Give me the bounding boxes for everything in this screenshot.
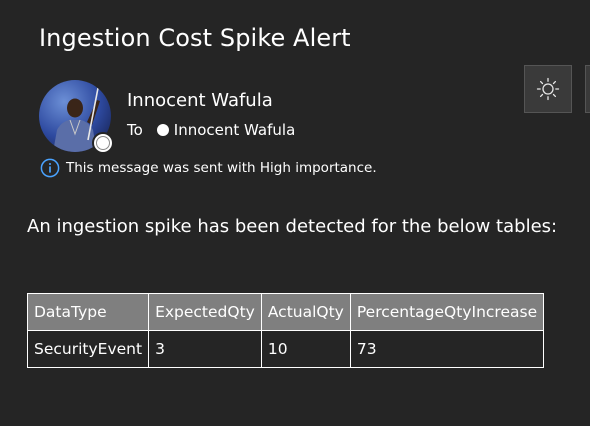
info-icon xyxy=(40,158,60,178)
to-label: To xyxy=(127,121,143,139)
sender-name[interactable]: Innocent Wafula xyxy=(127,90,273,111)
recipient-presence-icon xyxy=(156,124,169,136)
table-cell: 73 xyxy=(349,330,545,368)
overflow-button[interactable] xyxy=(585,65,590,113)
recipient-line: To Innocent Wafula xyxy=(127,121,295,139)
ingestion-table: DataType ExpectedQty ActualQty Percentag… xyxy=(26,293,545,368)
table-header-row: DataType ExpectedQty ActualQty Percentag… xyxy=(26,293,545,331)
column-header-expectedqty: ExpectedQty xyxy=(148,293,262,331)
column-header-actualqty: ActualQty xyxy=(260,293,351,331)
email-reading-pane: Ingestion Cost Spike Alert Innocent Wafu… xyxy=(0,0,590,426)
importance-notice: This message was sent with High importan… xyxy=(40,158,377,178)
importance-text: This message was sent with High importan… xyxy=(66,160,377,176)
column-header-percentageqtyincrease: PercentageQtyIncrease xyxy=(349,293,545,331)
presence-offline-icon xyxy=(92,132,114,154)
column-header-datatype: DataType xyxy=(26,293,150,331)
table-cell: 10 xyxy=(260,330,351,368)
table-cell: SecurityEvent xyxy=(26,330,150,368)
email-subject: Ingestion Cost Spike Alert xyxy=(39,24,351,52)
table-row: SecurityEvent 3 10 73 xyxy=(26,330,545,368)
recipient-name[interactable]: Innocent Wafula xyxy=(174,121,295,139)
toggle-theme-button[interactable] xyxy=(524,65,572,113)
table-cell: 3 xyxy=(148,330,262,368)
email-body-intro: An ingestion spike has been detected for… xyxy=(27,216,558,237)
sun-icon xyxy=(536,77,560,101)
